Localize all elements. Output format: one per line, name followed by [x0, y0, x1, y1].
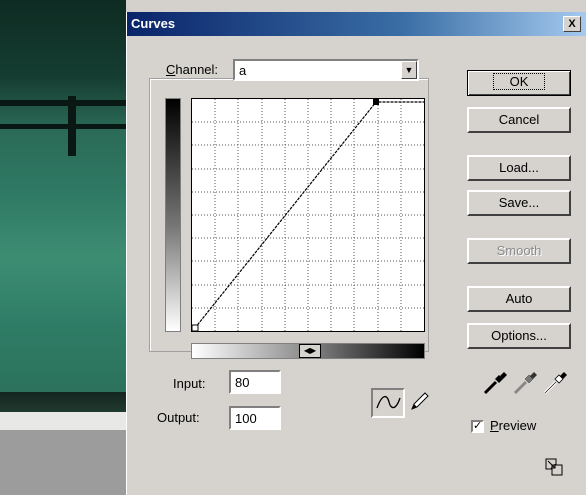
channel-label: Channel:: [163, 62, 222, 77]
pencil-tool-button[interactable]: [407, 388, 441, 418]
save-button[interactable]: Save...: [467, 190, 571, 216]
swap-gradient-icon[interactable]: ◀▶: [299, 344, 321, 358]
white-eyedropper-icon[interactable]: [541, 369, 569, 397]
output-field[interactable]: 100: [229, 406, 281, 430]
options-button[interactable]: Options...: [467, 323, 571, 349]
eyedropper-group: [481, 369, 571, 399]
ok-button[interactable]: OK: [467, 70, 571, 96]
image-border: [0, 412, 126, 430]
pencil-icon: [411, 392, 429, 410]
output-gradient-bar: [165, 98, 181, 332]
curve-point-selected: [373, 99, 379, 105]
curves-dialog: Curves X Channel: a ▼ ◀▶ Input: 80 Outpu…: [126, 12, 586, 495]
canvas-background: [0, 430, 126, 495]
preview-checkbox[interactable]: ✓: [471, 420, 484, 433]
output-label: Output:: [157, 410, 200, 425]
channel-value: a: [239, 63, 247, 78]
title-bar[interactable]: Curves X: [127, 12, 586, 36]
auto-button[interactable]: Auto: [467, 286, 571, 312]
curve-tool-icon: [376, 396, 401, 409]
curve-grid: [191, 99, 424, 332]
smooth-button: Smooth: [467, 238, 571, 264]
curve-tool-button[interactable]: [371, 388, 405, 418]
chevron-down-icon[interactable]: ▼: [401, 61, 417, 79]
shoreline: [0, 392, 126, 412]
resize-icon[interactable]: [545, 458, 563, 476]
input-field[interactable]: 80: [229, 370, 281, 394]
background-image: [0, 0, 126, 430]
preview-label: Preview: [490, 418, 537, 433]
input-label: Input:: [173, 376, 206, 391]
load-button[interactable]: Load...: [467, 155, 571, 181]
cancel-button[interactable]: Cancel: [467, 107, 571, 133]
dialog-title: Curves: [131, 16, 176, 31]
curve-graph[interactable]: [191, 98, 425, 332]
channel-select[interactable]: a ▼: [233, 59, 419, 81]
gray-eyedropper-icon[interactable]: [511, 369, 539, 397]
close-button[interactable]: X: [563, 16, 581, 32]
black-eyedropper-icon[interactable]: [481, 369, 509, 397]
close-icon: X: [568, 18, 576, 30]
fence-rail: [0, 100, 126, 106]
curve-point: [191, 324, 199, 332]
fence-post: [68, 96, 76, 156]
fence-rail: [0, 124, 126, 129]
